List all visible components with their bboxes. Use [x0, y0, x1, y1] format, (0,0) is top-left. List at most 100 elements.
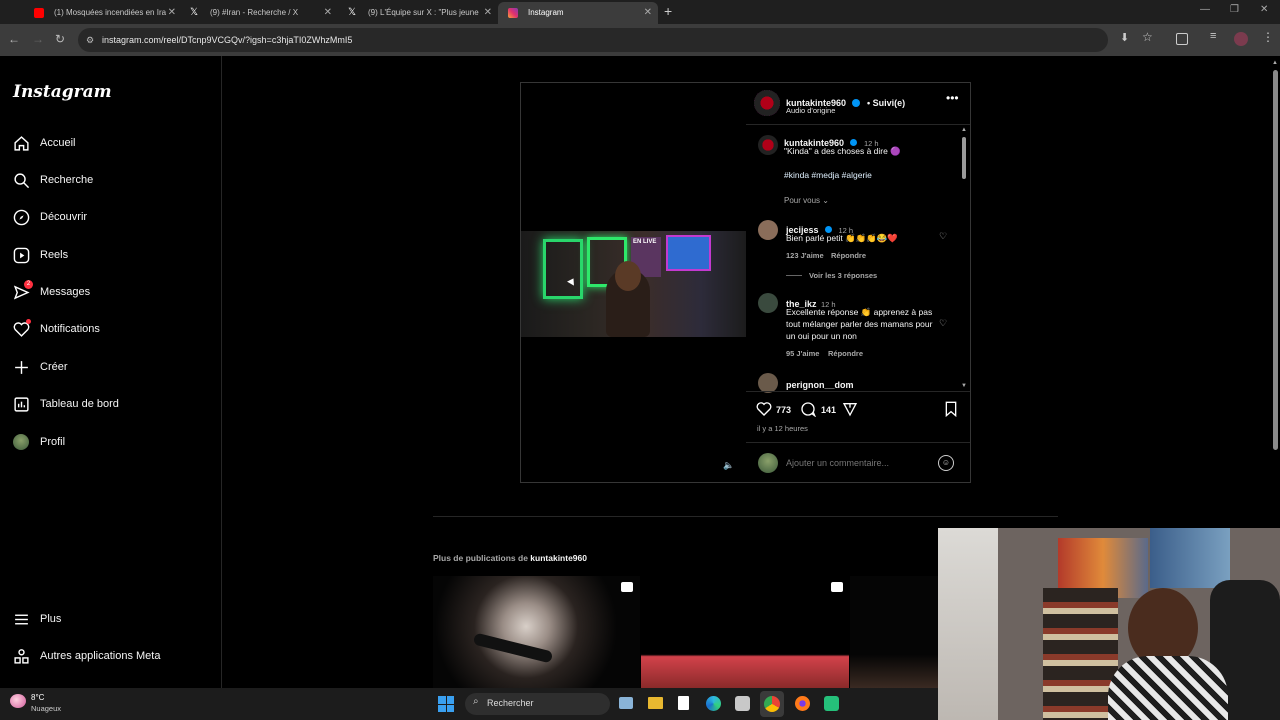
new-tab-icon[interactable]: + — [664, 3, 672, 19]
taskbar-search-label: Rechercher — [487, 698, 534, 708]
edge-icon[interactable] — [706, 696, 721, 711]
more-options-icon[interactable]: ••• — [946, 91, 959, 105]
like-button[interactable] — [756, 401, 772, 422]
more-posts-author[interactable]: kuntakinte960 — [530, 553, 587, 563]
browser-tab-instagram[interactable]: Instagram ✕ — [498, 2, 658, 24]
media-controls-icon[interactable]: ≡ — [1210, 30, 1216, 42]
bookmark-star-icon[interactable]: ☆ — [1142, 30, 1153, 44]
close-tab-icon[interactable]: ✕ — [324, 2, 332, 24]
nav-item-profil[interactable]: Profil — [12, 427, 212, 457]
audio-label[interactable]: Audio d'origine — [786, 106, 835, 115]
browser-tab-youtube[interactable]: (1) Mosquées incendiées en Ira ✕ — [24, 2, 182, 24]
comment-reply-button[interactable]: Répondre — [831, 251, 866, 260]
caption-hashtags[interactable]: #kinda #medja #algerie — [784, 169, 872, 181]
store-icon[interactable] — [735, 696, 750, 711]
nav-item-messages[interactable]: 2 Messages — [12, 277, 212, 307]
more-post-thumbnail[interactable] — [433, 576, 640, 688]
save-button[interactable] — [944, 401, 958, 422]
chrome-icon — [764, 696, 780, 712]
maximize-icon[interactable]: ❐ — [1230, 4, 1239, 15]
nav-item-notifications[interactable]: Notifications — [12, 314, 212, 344]
task-view-icon[interactable] — [619, 697, 633, 709]
nav-item-tableau-de-bord[interactable]: Tableau de bord — [12, 389, 212, 419]
install-app-icon[interactable]: ⬇ — [1120, 31, 1129, 44]
comment-like-icon[interactable]: ♡ — [939, 231, 947, 242]
like-count[interactable]: 773 — [776, 405, 791, 415]
nav-item-recherche[interactable]: Recherche — [12, 165, 212, 195]
emoji-picker-icon[interactable]: ☺ — [938, 455, 954, 471]
firefox-icon[interactable] — [795, 696, 810, 711]
reel-video-player[interactable]: EN LIVE 🔈 — [521, 83, 746, 482]
comment-input[interactable] — [786, 453, 931, 473]
windows-start-icon[interactable] — [438, 696, 454, 712]
view-replies-button[interactable]: Voir les 3 réponses — [809, 271, 877, 280]
commenter-avatar[interactable] — [758, 293, 778, 313]
for-you-dropdown[interactable]: Pour vous ⌄ — [784, 196, 829, 205]
streamer-webcam-overlay — [938, 528, 1280, 720]
comment-button[interactable] — [800, 401, 817, 422]
replies-line — [786, 275, 802, 276]
close-tab-icon[interactable]: ✕ — [484, 2, 492, 24]
nav-label: Tableau de bord — [40, 398, 119, 410]
comment-likes[interactable]: 123 J'aime — [786, 251, 824, 260]
reload-icon[interactable]: ↻ — [55, 32, 65, 46]
heart-icon — [756, 402, 772, 416]
app-icon[interactable] — [824, 696, 839, 711]
address-bar[interactable]: ⚙ instagram.com/reel/DTcnp9VCGQv/?igsh=c… — [78, 28, 1108, 52]
more-posts-heading: Plus de publications de kuntakinte960 — [433, 553, 587, 563]
commenter-avatar[interactable] — [758, 220, 778, 240]
commenter-avatar[interactable] — [758, 373, 778, 393]
comments-scrollbar[interactable]: ▲ ▼ — [961, 127, 967, 389]
weather-icon[interactable] — [10, 694, 26, 708]
share-button[interactable] — [842, 401, 858, 422]
notification-dot — [26, 319, 31, 324]
author-avatar-small[interactable] — [758, 135, 778, 155]
more-post-thumbnail[interactable] — [850, 576, 938, 688]
extensions-icon[interactable] — [1176, 33, 1188, 45]
follow-status[interactable]: • Suivi(e) — [867, 98, 905, 108]
file-explorer-icon[interactable] — [648, 697, 663, 709]
back-icon[interactable]: ← — [8, 32, 20, 46]
nav-item-plus[interactable]: Plus — [12, 604, 212, 634]
nav-item-reels[interactable]: Reels — [12, 240, 212, 270]
weather-condition[interactable]: Nuageux — [31, 704, 61, 713]
chevron-down-icon: ⌄ — [822, 196, 829, 205]
minimize-icon[interactable]: — — [1200, 4, 1210, 15]
nav-item-creer[interactable]: Créer — [12, 352, 212, 382]
search-icon — [12, 171, 30, 189]
neon-light-decor — [543, 239, 583, 299]
close-tab-icon[interactable]: ✕ — [644, 2, 652, 24]
video-overlay-text: EN LIVE — [633, 239, 657, 245]
comment-count[interactable]: 141 — [821, 405, 836, 415]
browser-tab-x-lequipe[interactable]: 𝕏 (9) L'Équipe sur X : "Plus jeune ✕ — [338, 2, 498, 24]
comment-like-icon[interactable]: ♡ — [939, 318, 947, 329]
more-post-thumbnail[interactable] — [641, 576, 849, 688]
nav-item-decouvrir[interactable]: Découvrir — [12, 202, 212, 232]
x-logo-icon: 𝕏 — [190, 7, 199, 18]
comment-likes[interactable]: 95 J'aime — [786, 349, 819, 358]
weather-temp[interactable]: 8°C — [31, 693, 44, 702]
browser-tab-x-search[interactable]: 𝕏 (9) #Iran - Recherche / X ✕ — [180, 2, 338, 24]
forward-icon[interactable]: → — [32, 32, 44, 46]
page-scrollbar[interactable]: ▲ — [1270, 56, 1280, 528]
comment-username[interactable]: perignon__dom — [786, 380, 854, 390]
reel-indicator-icon — [621, 582, 633, 592]
instagram-sidebar: Instagram Accueil Recherche Découvrir Re… — [0, 56, 222, 688]
browser-profile-avatar[interactable] — [1234, 32, 1248, 46]
reel-post: EN LIVE 🔈 kuntakinte960 • Suivi(e) Audio… — [520, 82, 971, 483]
volume-icon[interactable]: 🔈 — [723, 460, 734, 471]
comment-reply-button[interactable]: Répondre — [828, 349, 863, 358]
taskbar-search[interactable]: ⌕ Rechercher — [465, 693, 610, 715]
notepad-icon[interactable] — [678, 696, 689, 710]
author-avatar[interactable] — [754, 90, 780, 116]
person-head — [615, 261, 641, 291]
close-tab-icon[interactable]: ✕ — [168, 2, 176, 24]
instagram-logo[interactable]: Instagram — [13, 82, 112, 102]
nav-item-meta-apps[interactable]: Autres applications Meta — [12, 641, 212, 671]
nav-item-accueil[interactable]: Accueil — [12, 128, 212, 158]
close-window-icon[interactable]: ✕ — [1260, 4, 1268, 15]
chrome-taskbar-active[interactable] — [760, 691, 784, 717]
site-info-icon[interactable]: ⚙ — [86, 28, 94, 52]
browser-menu-icon[interactable]: ⋮ — [1262, 30, 1274, 44]
dashboard-icon — [12, 395, 30, 413]
